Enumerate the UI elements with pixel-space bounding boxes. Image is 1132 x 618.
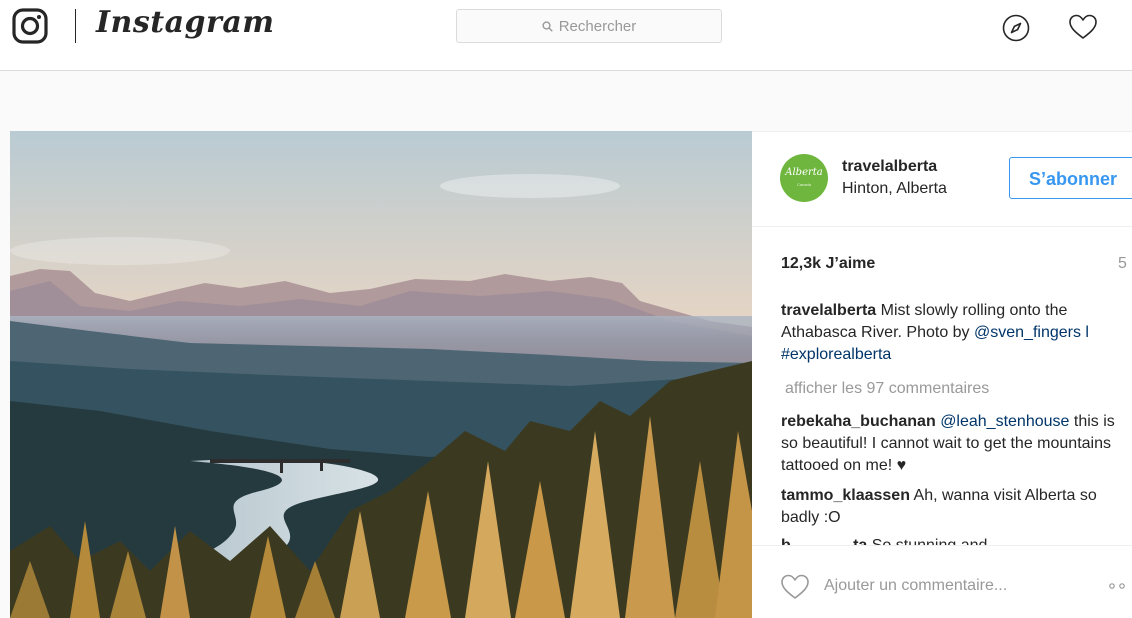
instagram-wordmark[interactable]: Instagram <box>96 5 275 40</box>
follow-button[interactable]: S’abonner <box>1009 157 1132 199</box>
comment-item: tammo_klaassen Ah, wanna visit Alberta s… <box>781 485 1126 529</box>
comment-user[interactable]: rebekaha_buchanan <box>781 413 936 430</box>
post-username[interactable]: travelalberta <box>842 158 937 176</box>
avatar[interactable]: Alberta Canada <box>780 154 828 202</box>
avatar-text: Alberta <box>785 167 823 178</box>
search-box[interactable]: Rechercher <box>456 9 722 43</box>
landscape-photo <box>10 131 752 618</box>
post-photo[interactable] <box>10 131 752 618</box>
avatar-subtext: Canada <box>796 182 811 187</box>
likes-count[interactable]: 12,3k J’aime <box>781 255 875 273</box>
heart-icon[interactable] <box>1068 13 1098 41</box>
nav-divider <box>75 9 76 43</box>
post-location[interactable]: Hinton, Alberta <box>842 180 947 198</box>
like-heart-icon[interactable] <box>780 573 810 601</box>
comments-divider <box>752 545 1132 546</box>
post-caption: travelalberta Mist slowly rolling onto t… <box>781 300 1126 366</box>
caption-author[interactable]: travelalberta <box>781 302 876 319</box>
post-header: Alberta Canada travelalberta Hinton, Alb… <box>752 132 1132 227</box>
post-side-panel: Alberta Canada travelalberta Hinton, Alb… <box>752 131 1132 618</box>
magnifier-icon <box>542 20 553 32</box>
comment-user[interactable]: tammo_klaassen <box>781 487 910 504</box>
top-nav: Instagram Rechercher <box>0 0 1132 71</box>
view-all-comments-link[interactable]: afficher les 97 commentaires <box>785 380 989 398</box>
comment-item: rebekaha_buchanan @leah_stenhouse this i… <box>781 411 1126 477</box>
compass-icon[interactable] <box>1002 14 1030 42</box>
time-ago: 5 <box>1118 255 1127 272</box>
instagram-camera-icon[interactable] <box>12 8 48 44</box>
add-comment-input[interactable] <box>824 574 1084 598</box>
more-options-icon[interactable] <box>1108 581 1132 591</box>
caption-hashtag[interactable]: #explorealberta <box>781 346 891 363</box>
comment-mention[interactable]: @leah_stenhouse <box>940 413 1069 430</box>
search-placeholder: Rechercher <box>558 17 637 35</box>
caption-mention[interactable]: @sven_fingers <box>974 324 1081 341</box>
caption-separator: l <box>1080 324 1089 341</box>
